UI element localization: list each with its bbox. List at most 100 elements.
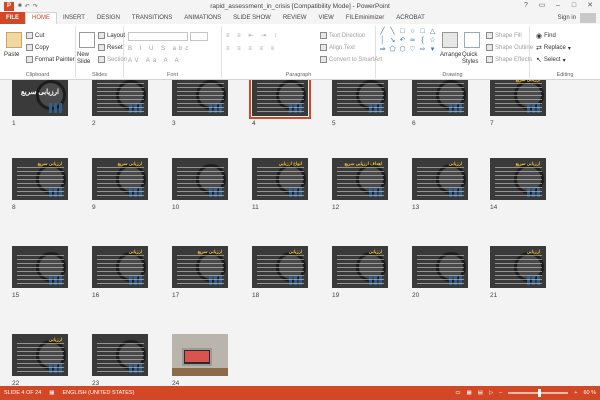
slide-thumbnail[interactable]: انواع ارزیابی	[252, 158, 308, 200]
font-size-box[interactable]	[190, 32, 208, 41]
slide-thumbnail[interactable]	[332, 80, 388, 116]
slide-thumbnail[interactable]: ارزیابی	[490, 246, 546, 288]
select-button[interactable]: ↖ Select ▾	[536, 56, 566, 64]
new-slide-icon[interactable]	[79, 32, 95, 48]
paste-button[interactable]: Paste	[4, 52, 19, 58]
font-name-box[interactable]	[128, 32, 188, 41]
shape-outline-button[interactable]: Shape Outline	[486, 44, 533, 51]
slide-thumbnail[interactable]: ارزیابی	[252, 246, 308, 288]
maximize-button[interactable]: □	[566, 0, 582, 12]
slide-thumbnail[interactable]: ارزیابی سریع	[172, 246, 228, 288]
tab-animations[interactable]: ANIMATIONS	[178, 12, 227, 24]
ribbon-display-button[interactable]: ▭	[534, 0, 550, 12]
text-direction-button[interactable]: Text Direction	[320, 32, 365, 39]
tab-transitions[interactable]: TRANSITIONS	[126, 12, 178, 24]
convert-smartart-button[interactable]: Convert to SmartArt	[320, 56, 382, 63]
hexagon-icon[interactable]: ⬡	[398, 46, 407, 54]
align-buttons[interactable]: ≡ ≡ ≡ ≡ ≡	[226, 46, 277, 52]
paste-icon[interactable]	[6, 32, 22, 48]
undo-icon[interactable]: ↶	[25, 3, 30, 10]
font-effect-buttons[interactable]: AV Aa A A	[128, 58, 182, 64]
slide-thumbnail[interactable]	[412, 80, 468, 116]
cut-button[interactable]: Cut	[26, 32, 44, 39]
tab-insert[interactable]: INSERT	[57, 12, 91, 24]
slide-thumbnail[interactable]: ارزیابی	[332, 246, 388, 288]
slide-thumbnail[interactable]: ارزیابی سریع	[490, 158, 546, 200]
line-icon[interactable]: │	[378, 37, 387, 45]
zoom-out-button[interactable]: –	[499, 390, 502, 396]
redo-icon[interactable]: ↷	[33, 3, 38, 10]
slideshow-view-icon[interactable]: ▷	[489, 390, 493, 396]
star-icon[interactable]: ☆	[428, 37, 437, 45]
tab-fileminimizer[interactable]: FILEminimizer	[340, 12, 390, 24]
arrange-button[interactable]: Arrange	[440, 52, 461, 58]
tab-file[interactable]: FILE	[0, 12, 25, 24]
more-icon[interactable]: ▾	[428, 46, 437, 54]
arrow-icon[interactable]: ⇨	[418, 46, 427, 54]
tab-design[interactable]: DESIGN	[91, 12, 126, 24]
quick-styles-icon[interactable]	[464, 32, 480, 48]
format-painter-button[interactable]: Format Painter	[26, 56, 75, 63]
reset-button[interactable]: Reset	[98, 44, 123, 51]
slide-thumbnail[interactable]	[172, 80, 228, 116]
close-button[interactable]: ✕	[582, 0, 598, 12]
shape-fill-button[interactable]: Shape Fill	[486, 32, 522, 39]
layout-button[interactable]: Layout	[98, 32, 125, 39]
slide-thumbnail[interactable]	[412, 246, 468, 288]
replace-button[interactable]: ⇄ Replace ▾	[536, 44, 571, 52]
rectangle-icon[interactable]: □	[398, 28, 407, 36]
slide-thumbnail[interactable]: ارزیابی سریع	[12, 80, 68, 116]
arrange-icon[interactable]	[442, 32, 458, 48]
help-button[interactable]: ?	[518, 0, 534, 12]
tab-home[interactable]: HOME	[25, 12, 57, 24]
brace-icon[interactable]: {	[418, 37, 427, 45]
list-buttons[interactable]: ≡ ≡ ⇤ ⇥ ↕	[226, 32, 280, 39]
heart-icon[interactable]: ♡	[408, 46, 417, 54]
tab-slide-show[interactable]: SLIDE SHOW	[227, 12, 277, 24]
zoom-slider[interactable]	[508, 389, 569, 397]
save-icon[interactable]: ■	[18, 3, 22, 10]
tab-acrobat[interactable]: ACROBAT	[390, 12, 431, 24]
curve-icon[interactable]: ≃	[408, 37, 417, 45]
language-indicator[interactable]: ENGLISH (UNITED STATES)	[63, 390, 135, 396]
slide-thumbnail[interactable]: ارزیابی سریع	[490, 80, 546, 116]
reading-view-icon[interactable]: ▤	[478, 390, 483, 396]
pentagon-icon[interactable]: ⬠	[388, 46, 397, 54]
oval-icon[interactable]: ○	[408, 28, 417, 36]
slide-sorter-view-icon[interactable]: ▦	[467, 390, 472, 396]
slide-thumbnail[interactable]: ارزیابی سریع	[92, 158, 148, 200]
avatar[interactable]	[580, 13, 596, 23]
sign-in-link[interactable]: Sign in	[558, 12, 576, 24]
find-button[interactable]: ◉ Find	[536, 32, 556, 40]
shape-effects-button[interactable]: Shape Effects	[486, 56, 532, 63]
slide-thumbnail[interactable]	[92, 334, 148, 376]
slide-thumbnail[interactable]: ارزیابی	[412, 158, 468, 200]
copy-button[interactable]: Copy	[26, 44, 49, 51]
triangle-icon[interactable]: △	[428, 28, 437, 36]
tab-review[interactable]: REVIEW	[277, 12, 313, 24]
slide-thumbnail[interactable]: اهداف ارزیابی سریع	[332, 158, 388, 200]
zoom-level[interactable]: 60 %	[583, 390, 596, 396]
shapes-gallery[interactable]: ╱ ╲ □ ○ □ △ │ ↘ ↶ ≃{☆ ⇒ ⬠ ⬡ ♡ ⇨ ▾	[378, 28, 436, 64]
font-style-buttons[interactable]: B I U S abc	[128, 46, 191, 52]
arrow-icon[interactable]: ↶	[398, 37, 407, 45]
new-slide-button[interactable]: New Slide	[77, 52, 97, 66]
tab-view[interactable]: VIEW	[313, 12, 340, 24]
arrow-icon[interactable]: ⇒	[378, 46, 387, 54]
slide-thumbnail[interactable]: ارزیابی	[92, 246, 148, 288]
slide-thumbnail[interactable]	[12, 246, 68, 288]
zoom-in-button[interactable]: +	[574, 390, 577, 396]
arrow-icon[interactable]: ↘	[388, 37, 397, 45]
line-icon[interactable]: ╱	[378, 28, 387, 36]
quick-styles-button[interactable]: Quick Styles	[462, 52, 484, 66]
rectangle-icon[interactable]: □	[418, 28, 427, 36]
slide-thumbnail[interactable]	[92, 80, 148, 116]
align-text-button[interactable]: Align Text	[320, 44, 355, 51]
slide-thumbnail[interactable]	[172, 334, 228, 376]
slide-thumbnail[interactable]	[172, 158, 228, 200]
slide-thumbnail[interactable]: ارزیابی سریع	[12, 158, 68, 200]
slide-thumbnail[interactable]	[249, 80, 311, 119]
minimize-button[interactable]: –	[550, 0, 566, 12]
line-icon[interactable]: ╲	[388, 28, 397, 36]
zoom-slider-handle[interactable]	[538, 389, 542, 397]
